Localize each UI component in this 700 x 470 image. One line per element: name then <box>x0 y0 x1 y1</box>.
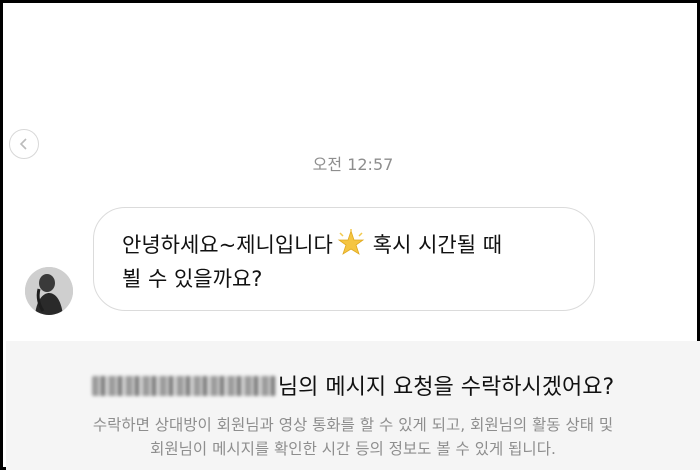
screenshot-frame: 오전 12:57 안녕하세요~제니입니다 혹시 시간될 때뵐 수 있을까요? 님… <box>0 0 700 470</box>
sender-avatar[interactable] <box>25 267 73 315</box>
request-title-text: 님의 메시지 요청을 수락하시겠어요? <box>277 375 615 400</box>
message-line2: 뵐 수 있을까요? <box>122 267 263 291</box>
blurred-username <box>91 376 276 396</box>
chevron-left-icon <box>19 138 27 150</box>
message-line1-start: 안녕하세요~제니입니다 <box>122 233 333 257</box>
message-text: 안녕하세요~제니입니다 혹시 시간될 때뵐 수 있을까요? <box>122 228 570 296</box>
message-timestamp: 오전 12:57 <box>312 155 394 174</box>
message-bubble[interactable]: 안녕하세요~제니입니다 혹시 시간될 때뵐 수 있을까요? <box>93 207 595 311</box>
request-title: 님의 메시지 요청을 수락하시겠어요? <box>6 369 700 401</box>
profile-avatar-icon <box>25 267 73 315</box>
request-description: 수락하면 상대방이 회원님과 영상 통화를 할 수 있게 되고, 회원님의 활동… <box>92 416 614 458</box>
message-line1-end: 혹시 시간될 때 <box>372 233 503 257</box>
message-request-panel: 님의 메시지 요청을 수락하시겠어요? 수락하면 상대방이 회원님과 영상 통화… <box>6 341 700 470</box>
sparkle-star-icon <box>337 229 365 257</box>
